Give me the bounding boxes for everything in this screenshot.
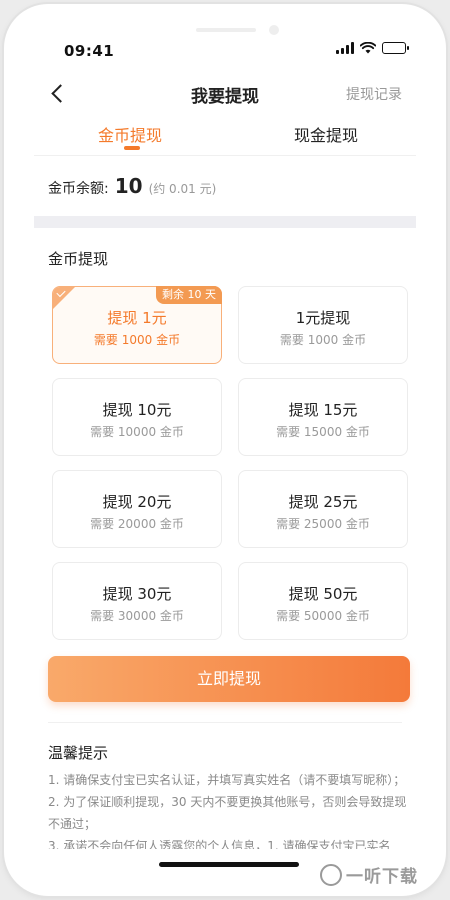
watermark-logo-icon <box>320 863 342 886</box>
withdraw-option-1[interactable]: 剩余 10 天 提现 1元 需要 1000 金币 <box>52 286 222 364</box>
withdraw-option-6[interactable]: 提现 25元 需要 25000 金币 <box>238 470 408 548</box>
option-cost: 需要 15000 金币 <box>276 425 370 439</box>
withdraw-option-5[interactable]: 提现 20元 需要 20000 金币 <box>52 470 222 548</box>
watermark: 一听下载 <box>320 862 418 887</box>
withdraw-option-7[interactable]: 提现 30元 需要 30000 金币 <box>52 562 222 640</box>
tab-indicator <box>124 146 140 150</box>
phone-frame: 09:41 我要提现 提现记录 金币提现 现金提现 金币余额: 10 (约 0.… <box>4 4 446 896</box>
withdraw-option-2[interactable]: 1元提现 需要 1000 金币 <box>238 286 408 364</box>
tips-title: 温馨提示 <box>48 744 109 762</box>
section-title: 金币提现 <box>48 250 109 268</box>
withdraw-option-4[interactable]: 提现 15元 需要 15000 金币 <box>238 378 408 456</box>
status-icons <box>336 42 409 54</box>
wifi-icon <box>360 42 376 54</box>
option-title: 提现 10元 <box>102 401 172 419</box>
option-title: 提现 15元 <box>288 401 358 419</box>
section-divider <box>34 216 416 228</box>
speaker-slot <box>196 28 256 32</box>
tip-item-3: 3. 承诺不会向任何人透露您的个人信息，1. 请确保支付宝已实名 <box>48 839 391 849</box>
days-left-badge: 剩余 10 天 <box>156 286 222 304</box>
withdraw-option-8[interactable]: 提现 50元 需要 50000 金币 <box>238 562 408 640</box>
option-cost: 需要 25000 金币 <box>276 517 370 531</box>
option-title: 提现 20元 <box>102 493 172 511</box>
balance-value: 10 <box>114 174 143 198</box>
option-title: 提现 25元 <box>288 493 358 511</box>
option-title: 提现 1元 <box>107 309 167 327</box>
withdraw-now-button[interactable]: 立即提现 <box>48 656 410 702</box>
option-cost: 需要 20000 金币 <box>90 517 184 531</box>
withdraw-option-3[interactable]: 提现 10元 需要 10000 金币 <box>52 378 222 456</box>
option-cost: 需要 10000 金币 <box>90 425 184 439</box>
balance-note: (约 0.01 元) <box>148 182 217 196</box>
signal-icon <box>336 42 354 54</box>
balance-label: 金币余额: <box>48 181 109 197</box>
option-title: 1元提现 <box>295 309 351 327</box>
tips-divider <box>48 722 402 723</box>
option-cost: 需要 30000 金币 <box>90 609 184 623</box>
option-cost: 需要 1000 金币 <box>93 333 181 347</box>
status-bar: 09:41 <box>4 4 446 68</box>
home-indicator[interactable] <box>159 862 299 867</box>
tab-coin-withdraw[interactable]: 金币提现 <box>98 122 162 146</box>
withdraw-history-link[interactable]: 提现记录 <box>346 84 402 104</box>
option-title: 提现 50元 <box>288 585 358 603</box>
tips-section: 温馨提示 1. 请确保支付宝已实名认证，并填写真实姓名（请不要填写昵称）； 2.… <box>48 742 412 849</box>
status-time: 09:41 <box>64 42 115 60</box>
nav-bar: 我要提现 提现记录 <box>4 76 446 112</box>
tab-cash-withdraw[interactable]: 现金提现 <box>294 122 358 146</box>
coin-balance: 金币余额: 10 (约 0.01 元) <box>48 174 216 198</box>
battery-icon <box>382 42 409 54</box>
tip-item-1: 1. 请确保支付宝已实名认证，并填写真实姓名（请不要填写昵称）； <box>48 773 406 787</box>
option-title: 提现 30元 <box>102 585 172 603</box>
tab-bar: 金币提现 现金提现 <box>34 116 416 156</box>
watermark-text: 一听下载 <box>346 867 418 887</box>
camera-dot <box>269 25 279 35</box>
tip-item-2: 2. 为了保证顺利提现，30 天内不要更换其他账号，否则会导致提现不通过； <box>48 795 407 831</box>
option-cost: 需要 50000 金币 <box>276 609 370 623</box>
option-cost: 需要 1000 金币 <box>279 333 367 347</box>
